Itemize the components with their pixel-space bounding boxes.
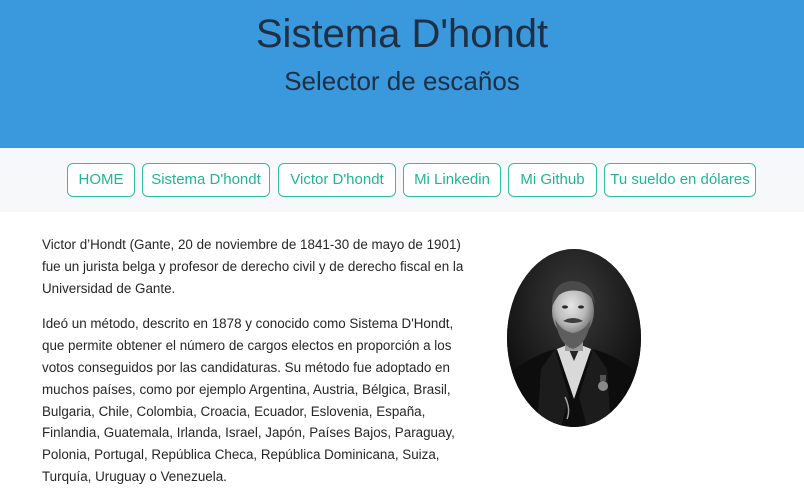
main-content: Victor d’Hondt (Gante, 20 de noviembre d… bbox=[0, 212, 804, 501]
nav-bar: HOME Sistema D'hondt Victor D'hondt Mi L… bbox=[0, 148, 804, 212]
victor-dhondt-portrait bbox=[507, 249, 641, 427]
bio-paragraph-2: Ideó un método, descrito en 1878 y conoc… bbox=[42, 316, 455, 484]
bio-paragraph-1: Victor d’Hondt (Gante, 20 de noviembre d… bbox=[42, 237, 464, 296]
nav-sueldo-dolares-button[interactable]: Tu sueldo en dólares bbox=[604, 163, 756, 197]
page-title: Sistema D'hondt bbox=[255, 12, 549, 56]
nav-victor-dhondt-button[interactable]: Victor D'hondt bbox=[278, 163, 396, 197]
bio-text: Victor d’Hondt (Gante, 20 de noviembre d… bbox=[42, 234, 472, 502]
nav-github-button[interactable]: Mi Github bbox=[508, 163, 597, 197]
header-banner: Sistema D'hondt Selector de escaños bbox=[0, 0, 804, 148]
nav-linkedin-button[interactable]: Mi Linkedin bbox=[403, 163, 501, 197]
nav-sistema-dhondt-button[interactable]: Sistema D'hondt bbox=[142, 163, 270, 197]
page-subtitle: Selector de escaños bbox=[284, 66, 520, 96]
nav-home-button[interactable]: HOME bbox=[67, 163, 135, 197]
